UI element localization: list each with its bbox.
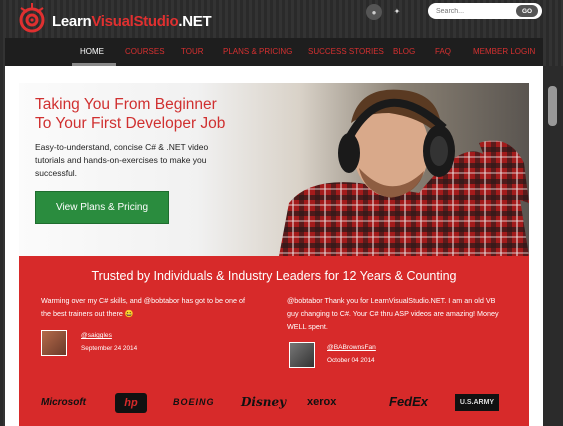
brand-microsoft: Microsoft <box>41 397 86 408</box>
brand-disney: Disney <box>241 395 287 409</box>
site-logo[interactable]: LearnVisualStudio.NET <box>15 2 212 34</box>
logo-target-icon <box>19 3 45 33</box>
social-links: ● ✦ <box>366 4 406 20</box>
hero-banner: Taking You From Beginner To Your First D… <box>19 83 529 256</box>
nav-courses[interactable]: COURSES <box>125 47 165 56</box>
tweet-1-date: September 24 2014 <box>81 345 138 352</box>
tweet-2-handle[interactable]: @BABrownsFan <box>327 344 376 351</box>
brand-boeing: BOEING <box>173 397 215 407</box>
hero-title-line2: To Your First Developer Job <box>35 115 226 132</box>
tweet-1-avatar[interactable] <box>41 330 67 356</box>
brand-us-army: U.S.ARMY <box>455 394 499 411</box>
search-box: GO <box>428 3 542 19</box>
nav-tour[interactable]: TOUR <box>181 47 204 56</box>
logo-vs: VisualStudio <box>91 12 179 30</box>
tweet-1-handle[interactable]: @saiggles <box>81 332 112 339</box>
nav-faq[interactable]: FAQ <box>435 47 451 56</box>
brand-logos: Microsoft hp BOEING Disney xerox FedEx U… <box>19 391 529 415</box>
logo-learn: Learn <box>52 12 92 30</box>
nav-plans-pricing[interactable]: PLANS & PRICING <box>223 47 292 56</box>
nav-member-login[interactable]: MEMBER LOGIN <box>473 47 535 56</box>
testimonials-section: Trusted by Individuals & Industry Leader… <box>19 256 529 426</box>
nav-blog[interactable]: BLOG <box>393 47 415 56</box>
tweet-2-avatar[interactable] <box>289 342 315 368</box>
main-nav: HOME COURSES TOUR PLANS & PRICING SUCCES… <box>5 38 543 66</box>
logo-text: LearnVisualStudio.NET <box>52 12 212 30</box>
hero-title-line1: Taking You From Beginner <box>35 96 217 113</box>
view-plans-button[interactable]: View Plans & Pricing <box>35 191 169 224</box>
tweet-2-text: @bobtabor Thank you for LearnVisualStudi… <box>287 296 499 331</box>
brand-xerox: xerox <box>307 396 337 408</box>
social-circle-icon[interactable]: ● <box>366 4 382 20</box>
scrollbar-thumb[interactable] <box>548 86 557 126</box>
nav-home[interactable]: HOME <box>80 47 104 56</box>
testimonials-title: Trusted by Individuals & Industry Leader… <box>91 269 457 283</box>
brand-hp: hp <box>115 393 147 413</box>
tweet-2-date: October 04 2014 <box>327 357 375 364</box>
tweet-1-text: Warming over my C# skills, and @bobtabor… <box>41 296 245 318</box>
hero-subtitle: Easy-to-understand, concise C# & .NET vi… <box>35 142 209 178</box>
logo-net: .NET <box>178 12 212 30</box>
hero-person-image <box>279 89 529 256</box>
hero-title: Taking You From Beginner To Your First D… <box>35 95 245 133</box>
search-go-button[interactable]: GO <box>516 5 538 17</box>
top-bar: LearnVisualStudio.NET ● ✦ GO <box>0 0 563 38</box>
brand-fedex: FedEx <box>389 394 429 409</box>
search-input[interactable] <box>428 7 516 15</box>
nav-success-stories[interactable]: SUCCESS STORIES <box>308 47 384 56</box>
social-bird-icon[interactable]: ✦ <box>388 4 406 18</box>
page-content: Taking You From Beginner To Your First D… <box>5 66 543 426</box>
